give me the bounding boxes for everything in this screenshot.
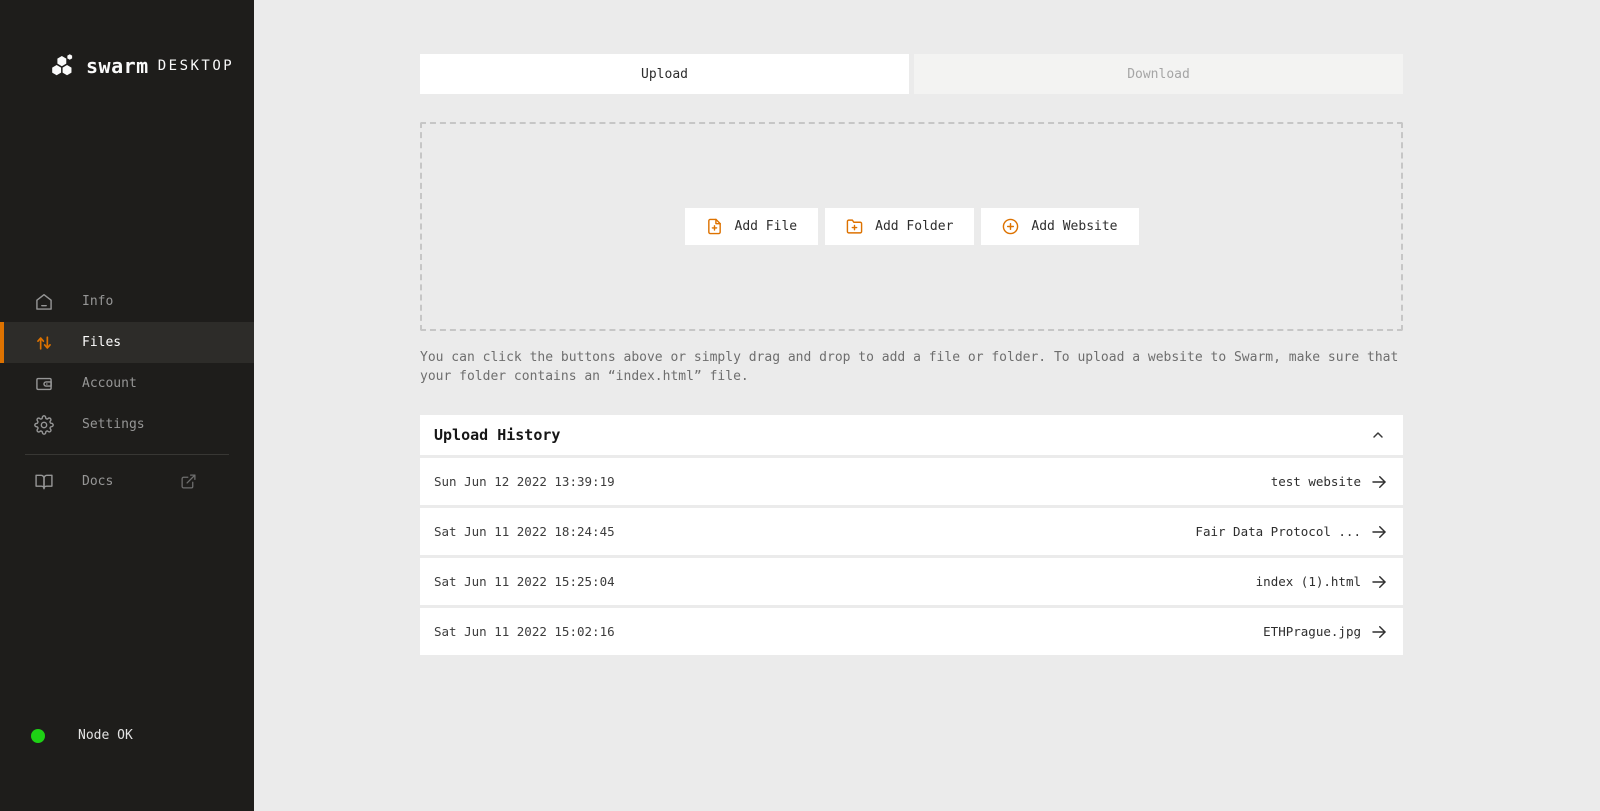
sidebar-item-info[interactable]: Info — [0, 281, 254, 322]
upload-date: Sat Jun 11 2022 18:24:45 — [434, 524, 615, 539]
upload-date: Sat Jun 11 2022 15:02:16 — [434, 624, 615, 639]
content-column: Upload Download Add File — [420, 54, 1403, 655]
arrow-right-icon[interactable] — [1370, 573, 1388, 591]
sidebar-divider — [25, 454, 229, 455]
upload-history: Upload History Sun Jun 12 2022 13:39:19 … — [420, 415, 1403, 655]
upload-history-row[interactable]: Sat Jun 11 2022 15:25:04 index (1).html — [420, 558, 1403, 605]
wallet-icon — [34, 374, 54, 394]
upload-name-cell: test website — [1271, 473, 1388, 491]
circle-plus-icon — [1002, 218, 1019, 235]
sidebar-item-account[interactable]: Account — [0, 363, 254, 404]
upload-history-row[interactable]: Sat Jun 11 2022 18:24:45 Fair Data Proto… — [420, 508, 1403, 555]
sidebar-item-settings[interactable]: Settings — [0, 404, 254, 445]
sidebar-item-files[interactable]: Files — [0, 322, 254, 363]
upload-history-row[interactable]: Sun Jun 12 2022 13:39:19 test website — [420, 458, 1403, 505]
node-status: Node OK — [0, 728, 254, 743]
upload-date: Sat Jun 11 2022 15:25:04 — [434, 574, 615, 589]
logo-text-swarm: swarm — [86, 54, 149, 78]
app-logo: swarm DESKTOP — [51, 53, 254, 79]
sidebar-item-docs[interactable]: Docs — [0, 461, 254, 502]
sidebar-nav: Info Files Account — [0, 281, 254, 502]
arrow-right-icon[interactable] — [1370, 523, 1388, 541]
sidebar-item-label: Account — [82, 376, 137, 391]
node-status-label: Node OK — [78, 728, 133, 743]
sidebar-item-label: Files — [82, 335, 121, 350]
upload-name: Fair Data Protocol ... — [1195, 524, 1361, 539]
logo-text-desktop: DESKTOP — [158, 58, 235, 74]
upload-name: index (1).html — [1256, 574, 1361, 589]
arrow-right-icon[interactable] — [1370, 473, 1388, 491]
add-website-label: Add Website — [1031, 219, 1117, 234]
upload-date: Sun Jun 12 2022 13:39:19 — [434, 474, 615, 489]
sidebar: swarm DESKTOP Info Files — [0, 0, 254, 811]
upload-name: test website — [1271, 474, 1361, 489]
tab-bar: Upload Download — [420, 54, 1403, 94]
external-link-icon — [180, 473, 197, 490]
add-file-button[interactable]: Add File — [685, 208, 819, 245]
upload-name: ETHPrague.jpg — [1263, 624, 1361, 639]
upload-name-cell: ETHPrague.jpg — [1263, 623, 1388, 641]
node-ok-indicator-icon — [31, 729, 45, 743]
dropzone-help-text: You can click the buttons above or simpl… — [420, 348, 1403, 386]
sidebar-item-label: Info — [82, 294, 113, 309]
upload-name-cell: Fair Data Protocol ... — [1195, 523, 1388, 541]
home-icon — [34, 292, 54, 312]
upload-history-header[interactable]: Upload History — [420, 415, 1403, 455]
chevron-up-icon[interactable] — [1370, 427, 1386, 443]
upload-history-title: Upload History — [434, 426, 560, 444]
upload-name-cell: index (1).html — [1256, 573, 1388, 591]
file-plus-icon — [706, 218, 723, 235]
sidebar-item-label: Settings — [82, 417, 145, 432]
arrows-updown-icon — [34, 333, 54, 353]
add-file-label: Add File — [735, 219, 798, 234]
tab-upload[interactable]: Upload — [420, 54, 909, 94]
upload-history-row[interactable]: Sat Jun 11 2022 15:02:16 ETHPrague.jpg — [420, 608, 1403, 655]
add-website-button[interactable]: Add Website — [981, 208, 1138, 245]
add-folder-button[interactable]: Add Folder — [825, 208, 974, 245]
add-folder-label: Add Folder — [875, 219, 953, 234]
gear-icon — [34, 415, 54, 435]
arrow-right-icon[interactable] — [1370, 623, 1388, 641]
tab-download[interactable]: Download — [914, 54, 1403, 94]
main-area: Upload Download Add File — [254, 0, 1600, 811]
dropzone-buttons: Add File Add Folder — [685, 208, 1139, 245]
book-icon — [34, 472, 54, 492]
file-dropzone[interactable]: Add File Add Folder — [420, 122, 1403, 331]
folder-plus-icon — [846, 218, 863, 235]
sidebar-item-label: Docs — [82, 474, 113, 489]
swarm-logo-icon — [51, 53, 77, 79]
